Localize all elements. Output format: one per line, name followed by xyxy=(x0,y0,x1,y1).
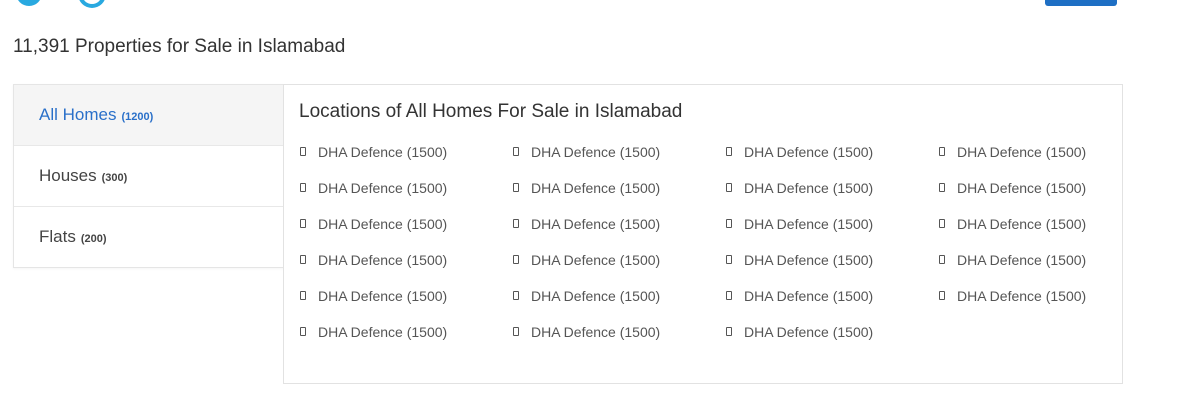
location-label: DHA Defence (1500) xyxy=(531,324,661,340)
location-label: DHA Defence (1500) xyxy=(531,216,661,232)
location-label: DHA Defence (1500) xyxy=(957,180,1087,196)
location-pin-icon xyxy=(726,219,732,228)
category-count: (300) xyxy=(101,172,128,184)
location-link[interactable]: DHA Defence (1500) xyxy=(726,179,939,215)
location-label: DHA Defence (1500) xyxy=(957,252,1087,268)
location-link[interactable]: DHA Defence (1500) xyxy=(300,287,513,323)
location-pin-icon xyxy=(726,291,732,300)
location-pin-icon xyxy=(513,147,519,156)
location-link[interactable]: DHA Defence (1500) xyxy=(513,251,726,287)
location-label: DHA Defence (1500) xyxy=(744,324,874,340)
location-pin-icon xyxy=(726,327,732,336)
location-pin-icon xyxy=(300,183,306,192)
category-label: Flats xyxy=(39,227,76,246)
location-pin-icon xyxy=(939,219,945,228)
location-pin-icon xyxy=(726,255,732,264)
location-label: DHA Defence (1500) xyxy=(744,252,874,268)
location-pin-icon xyxy=(726,183,732,192)
page-title: 11,391 Properties for Sale in Islamabad xyxy=(13,36,346,57)
location-link[interactable]: DHA Defence (1500) xyxy=(726,323,939,359)
location-label: DHA Defence (1500) xyxy=(318,216,448,232)
locations-panel: Locations of All Homes For Sale in Islam… xyxy=(283,84,1123,384)
location-pin-icon xyxy=(939,147,945,156)
location-link[interactable]: DHA Defence (1500) xyxy=(513,323,726,359)
location-link[interactable]: DHA Defence (1500) xyxy=(939,287,1152,323)
location-label: DHA Defence (1500) xyxy=(531,252,661,268)
location-pin-icon xyxy=(300,255,306,264)
location-label: DHA Defence (1500) xyxy=(318,324,448,340)
twitter-icon[interactable] xyxy=(16,0,42,6)
category-tab-houses[interactable]: Houses (300) xyxy=(14,146,284,207)
category-label: All Homes xyxy=(39,105,117,124)
location-label: DHA Defence (1500) xyxy=(957,288,1087,304)
location-link[interactable]: DHA Defence (1500) xyxy=(513,215,726,251)
location-pin-icon xyxy=(513,291,519,300)
category-tab-all-homes[interactable]: All Homes (1200) xyxy=(14,85,284,146)
location-link[interactable]: DHA Defence (1500) xyxy=(726,215,939,251)
location-link[interactable]: DHA Defence (1500) xyxy=(939,143,1152,179)
location-pin-icon xyxy=(300,147,306,156)
location-link[interactable]: DHA Defence (1500) xyxy=(300,323,513,359)
location-label: DHA Defence (1500) xyxy=(531,180,661,196)
location-label: DHA Defence (1500) xyxy=(318,252,448,268)
location-label: DHA Defence (1500) xyxy=(744,180,874,196)
location-label: DHA Defence (1500) xyxy=(744,144,874,160)
category-tabs: All Homes (1200) Houses (300) Flats (200… xyxy=(13,84,284,268)
location-link[interactable]: DHA Defence (1500) xyxy=(939,179,1152,215)
category-label: Houses xyxy=(39,166,97,185)
location-label: DHA Defence (1500) xyxy=(531,288,661,304)
location-link[interactable]: DHA Defence (1500) xyxy=(300,251,513,287)
category-tab-flats[interactable]: Flats (200) xyxy=(14,207,284,267)
location-label: DHA Defence (1500) xyxy=(318,288,448,304)
location-pin-icon xyxy=(513,327,519,336)
location-pin-icon xyxy=(939,291,945,300)
locations-grid: DHA Defence (1500) DHA Defence (1500) DH… xyxy=(300,143,1152,359)
location-link[interactable]: DHA Defence (1500) xyxy=(513,287,726,323)
location-label: DHA Defence (1500) xyxy=(957,216,1087,232)
location-label: DHA Defence (1500) xyxy=(318,180,448,196)
location-pin-icon xyxy=(300,219,306,228)
location-link[interactable]: DHA Defence (1500) xyxy=(939,215,1152,251)
location-link[interactable]: DHA Defence (1500) xyxy=(939,251,1152,287)
location-pin-icon xyxy=(300,327,306,336)
social-circle-icon[interactable] xyxy=(78,0,106,8)
location-pin-icon xyxy=(300,291,306,300)
location-label: DHA Defence (1500) xyxy=(957,144,1087,160)
location-pin-icon xyxy=(513,183,519,192)
location-label: DHA Defence (1500) xyxy=(531,144,661,160)
location-pin-icon xyxy=(939,183,945,192)
location-label: DHA Defence (1500) xyxy=(744,216,874,232)
location-pin-icon xyxy=(726,147,732,156)
category-count: (200) xyxy=(80,233,107,245)
location-link[interactable]: DHA Defence (1500) xyxy=(513,143,726,179)
location-pin-icon xyxy=(939,255,945,264)
location-pin-icon xyxy=(513,219,519,228)
location-link[interactable]: DHA Defence (1500) xyxy=(300,143,513,179)
category-count: (1200) xyxy=(121,111,154,123)
header-action-button[interactable] xyxy=(1045,0,1117,6)
location-label: DHA Defence (1500) xyxy=(744,288,874,304)
location-label: DHA Defence (1500) xyxy=(318,144,448,160)
location-link[interactable]: DHA Defence (1500) xyxy=(300,215,513,251)
location-link[interactable]: DHA Defence (1500) xyxy=(513,179,726,215)
location-link[interactable]: DHA Defence (1500) xyxy=(726,287,939,323)
location-link[interactable]: DHA Defence (1500) xyxy=(300,179,513,215)
location-link[interactable]: DHA Defence (1500) xyxy=(726,251,939,287)
social-icons xyxy=(16,0,106,8)
locations-title: Locations of All Homes For Sale in Islam… xyxy=(299,101,683,122)
location-pin-icon xyxy=(513,255,519,264)
location-link[interactable]: DHA Defence (1500) xyxy=(726,143,939,179)
